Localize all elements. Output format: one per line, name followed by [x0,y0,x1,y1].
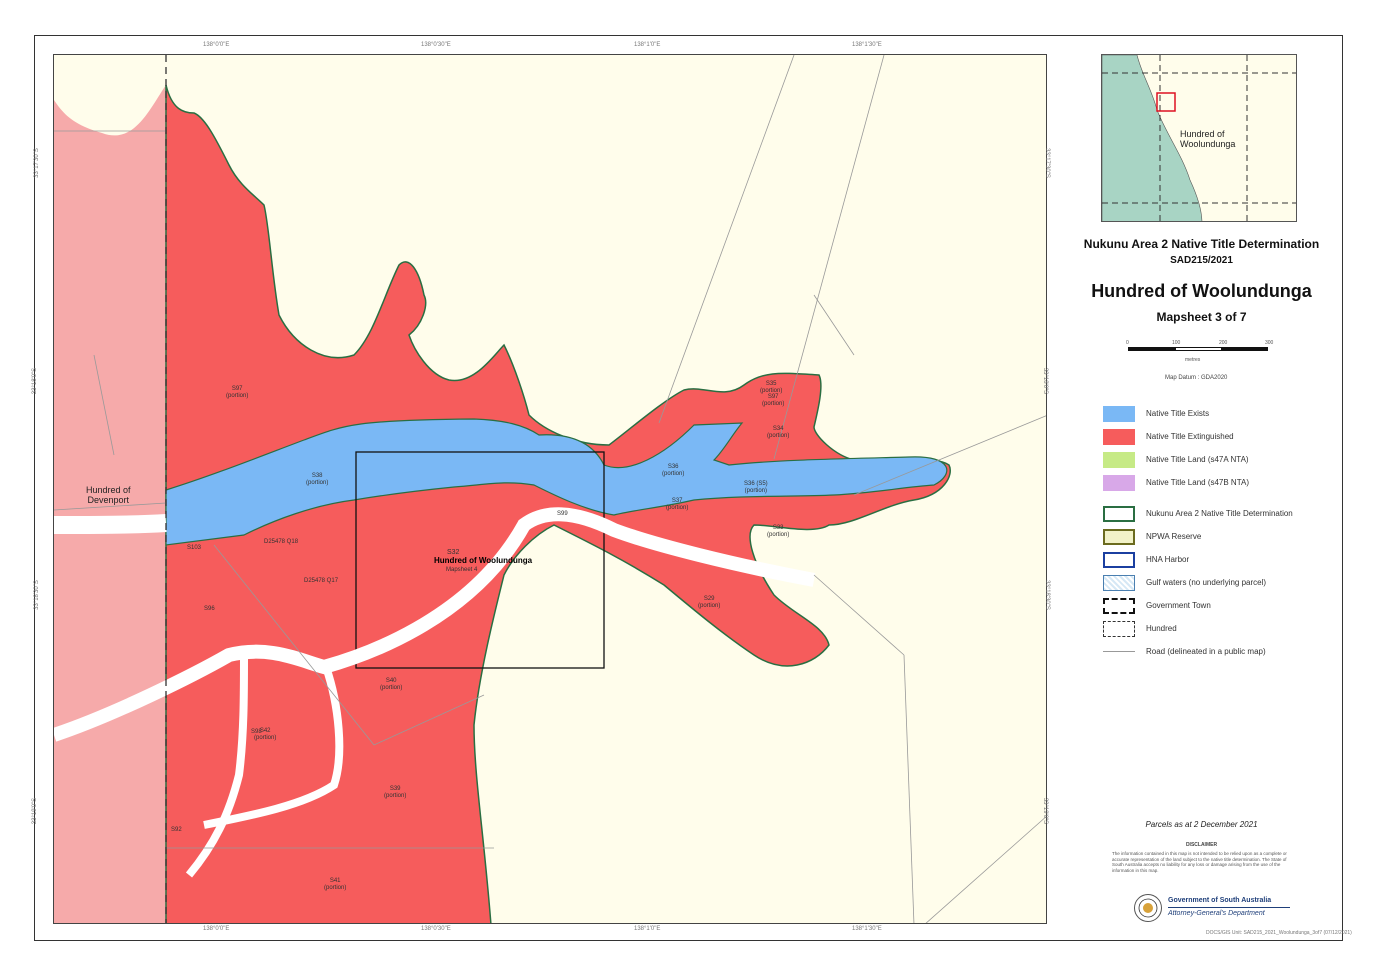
scale-tick-3: 300 [1265,340,1274,346]
legend-item-gulf: Gulf waters (no underlying parcel) [1103,575,1343,593]
disclaimer-heading: DISCLAIMER [1185,842,1218,848]
side-panel: Hundred of Woolundunga Nukunu Area 2 Nat… [1060,54,1343,941]
parcel-label-s96: S96 [204,606,215,612]
focus-sub-label[interactable]: Mapsheet 4 [446,567,477,574]
grid-top-0: 138°0'0"E [203,42,230,48]
parcel-label-sec12: S42 (portion) [254,728,277,741]
parcel-label-sec3: S37 (portion) [666,498,689,511]
parcel-label-sec4: S36 (S5) (portion) [744,481,768,494]
legend-item-nt-land-47b: Native Title Land (s47B NTA) [1103,475,1343,493]
state-seal-icon [1134,894,1162,922]
focus-top-label: S32 [447,549,460,556]
scale-unit: metres [1185,357,1201,363]
parcel-label-q: S97 (portion) [762,394,785,407]
legend-item-npwa: NPWA Reserve [1103,529,1343,547]
agency-government: Government of South Australia [1168,897,1272,904]
grid-top-3: 138°1'30"E [852,42,882,48]
file-number: SAD215/2021 [1170,255,1233,266]
determination-title: Nukunu Area 2 Native Title Determination [1083,237,1320,251]
legend-swatch [1103,575,1135,591]
legend-label: Nukunu Area 2 Native Title Determination [1146,509,1293,518]
scale-tick-1: 100 [1172,340,1181,346]
parcel-label-s97: S97 (portion) [226,386,249,399]
grid-right-2: 33°18'30"S [1043,580,1050,610]
grid-bottom-2: 138°1'0"E [634,926,661,932]
legend-item-hundred: Hundred [1103,621,1343,639]
grid-right-3: 33°19'0"S [1042,797,1049,825]
legend-label: Native Title Land (s47A NTA) [1146,455,1249,464]
legend-label: Native Title Extinguished [1146,432,1234,441]
grid-left-3: 33°19'0"S [32,797,39,825]
road-1 [54,514,167,534]
grid-left-1: 33°18'0"S [32,367,39,395]
locator-inset[interactable]: Hundred of Woolundunga [1101,54,1297,222]
grid-left-0: 33°17'30"S [33,148,40,178]
parcels-date-note: Parcels as at 2 December 2021 [1145,820,1258,829]
parcel-label-s99: S99 [557,511,568,517]
legend-swatch [1103,651,1135,652]
parcel-label-sec1: S38 (portion) [306,473,329,486]
parcel-label-s103: S103 [187,545,202,551]
grid-bottom-3: 138°1'30"E [852,926,882,932]
grid-top-1: 138°0'30"E [421,42,451,48]
legend-swatch [1103,452,1135,468]
legend-item-nt-exists: Native Title Exists [1103,406,1343,424]
parcel-label-dp2: D25478 Q18 [264,539,299,545]
inset-label: Hundred of Woolundunga [1180,129,1236,149]
parcel-label-sec9: S40 (portion) [380,678,403,691]
scale-tick-0: 0 [1126,340,1129,346]
legend-swatch [1103,598,1135,614]
grid-right-1: 33°18'0"S [1042,367,1049,395]
legend-item-determination: Nukunu Area 2 Native Title Determination [1103,506,1343,524]
footer-code: DOCS/GIS Unit: SAD215_2021_Woolundunga_3… [1206,930,1352,936]
legend-swatch [1103,552,1135,568]
map-datum: Map Datum : GDA2020 [1165,375,1228,381]
legend-swatch [1103,406,1135,422]
legend-item-harbor: HNA Harbor [1103,552,1343,570]
legend-swatch [1103,529,1135,545]
legend-swatch [1103,621,1135,637]
hundred-title: Hundred of Woolundunga [1091,281,1312,301]
grid-right-0: 33°17'30"S [1043,148,1050,178]
parcel-label-dp: D25478 Q17 [304,578,339,584]
legend-label: Hundred [1146,624,1177,633]
legend-label: Government Town [1146,601,1211,610]
mapsheet-title: Mapsheet 3 of 7 [1156,310,1247,324]
parcel-label-sec8: S29 (portion) [698,596,721,609]
disclaimer-body: The information contained in this map is… [1112,851,1287,873]
agency-rule [1168,907,1290,908]
agency-logo-block: Government of South Australia Attorney-G… [1134,892,1294,926]
legend-swatch [1103,506,1135,522]
legend-label: Gulf waters (no underlying parcel) [1146,578,1267,587]
legend-label: Native Title Exists [1146,409,1210,418]
legend-item-govt-town: Government Town [1103,598,1343,616]
legend-swatch [1103,475,1135,491]
legend-label: Native Title Land (s47B NTA) [1146,478,1250,487]
scale-tick-2: 200 [1219,340,1228,346]
parcel-label-sec11: S41 (portion) [324,878,347,891]
parcel-label-sec7: S33 (portion) [767,525,790,538]
legend-swatch [1103,429,1135,445]
grid-bottom-1: 138°0'30"E [421,926,451,932]
grid-top-2: 138°1'0"E [634,42,661,48]
main-map[interactable]: S97 (portion) S96 S98 S92 D25478 Q17 D25… [53,54,1047,924]
agency-department: Attorney-General's Department [1168,910,1265,917]
legend-label: NPWA Reserve [1146,532,1202,541]
legend-item-road: Road (delineated in a public map) [1103,644,1343,662]
legend-label: HNA Harbor [1146,555,1190,564]
hundred-devenport-label: Hundred of Devenport [86,485,131,505]
parcel-label-s92: S92 [171,827,182,833]
focus-title-label[interactable]: Hundred of Woolundunga [434,557,532,565]
grid-left-2: 33°18'30"S [33,580,40,610]
legend-item-nt-extinguished: Native Title Extinguished [1103,429,1343,447]
legend-item-nt-land-47a: Native Title Land (s47A NTA) [1103,452,1343,470]
legend-label: Road (delineated in a public map) [1146,647,1266,656]
parcel-label-sec10: S39 (portion) [384,786,407,799]
parcel-label-sec6: S35 (portion) [760,381,783,394]
parcel-label-sec2: S36 (portion) [662,464,685,477]
grid-bottom-0: 138°0'0"E [203,926,230,932]
scale-bar [1128,347,1268,351]
parcel-label-sec5: S34 (portion) [767,426,790,439]
map-canvas [54,55,1046,923]
